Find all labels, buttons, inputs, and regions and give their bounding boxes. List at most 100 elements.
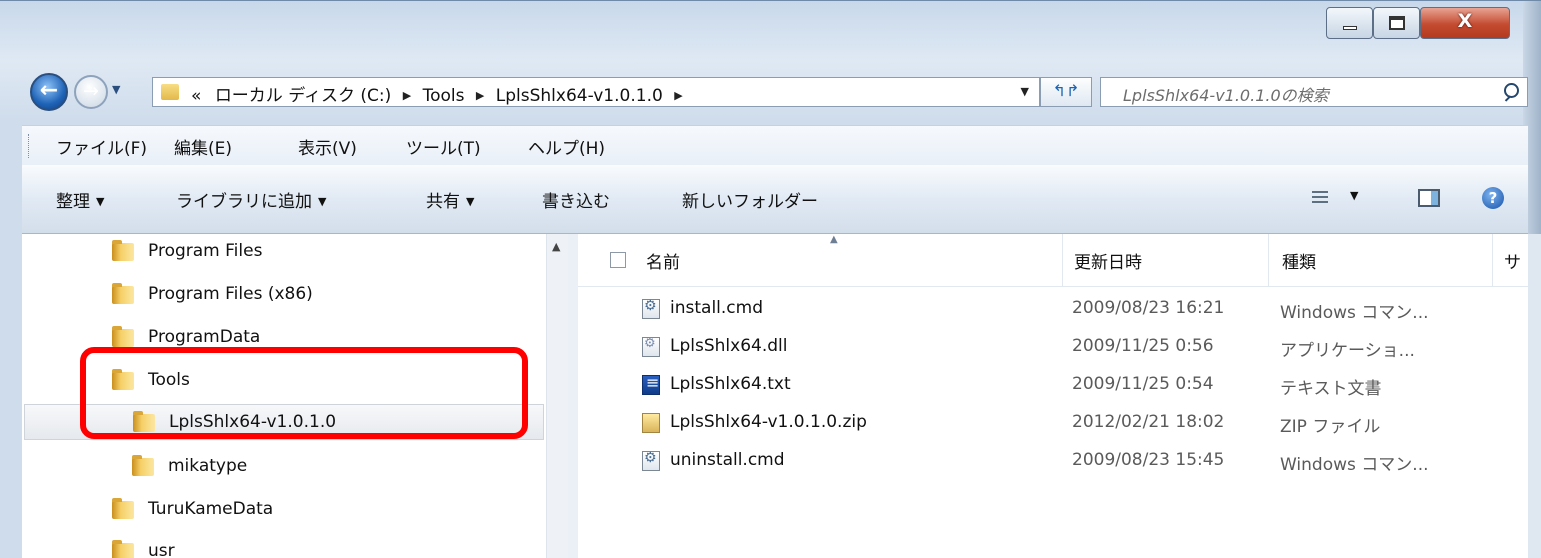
back-arrow-icon: ← <box>39 78 59 103</box>
folder-icon <box>112 540 134 558</box>
file-name: install.cmd <box>670 298 763 318</box>
cmd-file-icon <box>642 298 660 319</box>
address-dropdown-icon[interactable]: ▼ <box>1021 85 1029 98</box>
red-highlight-annotation <box>80 347 528 439</box>
tree-item[interactable]: usr <box>22 534 542 558</box>
address-bar[interactable]: « ローカル ディスク (C:) ▶ Tools ▶ LplsShlx64-v1… <box>152 77 1040 107</box>
menu-help[interactable]: ヘルプ(H) <box>528 134 605 159</box>
cmd-file-icon <box>642 450 660 471</box>
tree-item-label: mikatype <box>168 456 248 476</box>
menu-file[interactable]: ファイル(F) <box>56 134 147 159</box>
breadcrumb-separator-icon[interactable]: ▶ <box>403 89 411 102</box>
breadcrumb-separator-icon[interactable]: ▶ <box>674 89 682 102</box>
minimize-button[interactable] <box>1326 7 1373 39</box>
recent-pages-dropdown[interactable]: ▼ <box>112 83 120 96</box>
folder-icon <box>112 283 134 304</box>
file-type: テキスト文書 <box>1280 379 1382 399</box>
tree-item-label: ProgramData <box>148 327 261 347</box>
maximize-button[interactable] <box>1373 7 1420 39</box>
tree-item-label: usr <box>148 541 175 558</box>
breadcrumb-item[interactable]: LplsShlx64-v1.0.1.0 <box>496 86 663 106</box>
add-to-library-button[interactable]: ライブラリに追加 ▼ <box>176 187 326 212</box>
refresh-button[interactable]: ↰↱ <box>1040 77 1092 107</box>
file-date: 2009/08/23 15:45 <box>1072 450 1225 470</box>
search-icon[interactable] <box>1504 83 1519 98</box>
forward-arrow-icon: → <box>83 80 99 102</box>
back-button[interactable]: ← <box>30 73 68 111</box>
maximize-icon <box>1389 16 1405 30</box>
view-options-icon[interactable] <box>1312 191 1328 205</box>
tree-item-label: TuruKameData <box>148 499 274 519</box>
tree-item[interactable]: TuruKameData <box>22 492 542 528</box>
file-row[interactable]: LplsShlx64.dll 2009/11/25 0:56 アプリケーショ..… <box>578 330 1528 366</box>
menu-grip <box>28 134 32 158</box>
file-row[interactable]: install.cmd 2009/08/23 16:21 Windows コマン… <box>578 292 1528 328</box>
dll-file-icon <box>642 336 660 357</box>
file-type: Windows コマン... <box>1280 303 1429 323</box>
file-type: ZIP ファイル <box>1280 417 1381 437</box>
new-folder-button[interactable]: 新しいフォルダー <box>682 187 818 212</box>
burn-button[interactable]: 書き込む <box>542 187 610 212</box>
file-list: ▲ 名前 更新日時 種類 サ install.cmd 2009/08/23 16… <box>578 234 1528 558</box>
breadcrumb-separator-icon[interactable]: ▶ <box>476 89 484 102</box>
file-name: LplsShlx64.dll <box>670 336 788 356</box>
tree-item[interactable]: Program Files <box>22 234 542 270</box>
file-row[interactable]: uninstall.cmd 2009/08/23 15:45 Windows コ… <box>578 444 1528 480</box>
chevron-down-icon[interactable]: ▼ <box>1350 189 1358 202</box>
column-type[interactable]: 種類 <box>1282 248 1316 273</box>
chevron-down-icon: ▼ <box>112 83 121 96</box>
pane-splitter[interactable] <box>568 234 578 558</box>
column-divider[interactable] <box>1492 234 1493 286</box>
select-all-checkbox[interactable] <box>610 252 626 268</box>
file-name: uninstall.cmd <box>670 450 785 470</box>
menu-bar: ファイル(F) 編集(E) 表示(V) ツール(T) ヘルプ(H) <box>22 125 1528 167</box>
organize-button[interactable]: 整理 ▼ <box>56 187 104 212</box>
tree-item[interactable]: mikatype <box>22 449 542 485</box>
chevron-down-icon: ▼ <box>318 195 327 208</box>
menu-view[interactable]: 表示(V) <box>298 134 357 159</box>
file-date: 2012/02/21 18:02 <box>1072 412 1225 432</box>
file-type: Windows コマン... <box>1280 455 1429 475</box>
column-headers: ▲ 名前 更新日時 種類 サ <box>578 234 1528 287</box>
tree-item[interactable]: Program Files (x86) <box>22 277 542 313</box>
menu-tools[interactable]: ツール(T) <box>406 134 481 159</box>
search-input[interactable]: LplsShlx64-v1.0.1.0の検索 <box>1100 77 1528 107</box>
column-divider[interactable] <box>1062 234 1063 286</box>
text-file-icon <box>642 373 660 395</box>
file-row[interactable]: LplsShlx64-v1.0.1.0.zip 2012/02/21 18:02… <box>578 406 1528 442</box>
minimize-icon <box>1343 26 1357 30</box>
folder-icon <box>112 326 134 347</box>
chevron-down-icon: ▼ <box>466 195 475 208</box>
folder-icon <box>132 455 154 476</box>
menu-edit[interactable]: 編集(E) <box>174 134 232 159</box>
file-date: 2009/11/25 0:54 <box>1072 374 1214 394</box>
window-frame-right <box>1528 234 1541 558</box>
navigation-scrollbar[interactable]: ▲ <box>546 234 569 558</box>
share-button[interactable]: 共有 ▼ <box>426 187 474 212</box>
breadcrumb: « ローカル ディスク (C:) ▶ Tools ▶ LplsShlx64-v1… <box>191 81 689 106</box>
close-button[interactable]: X <box>1420 7 1510 39</box>
scroll-up-icon[interactable]: ▲ <box>552 240 560 253</box>
column-divider[interactable] <box>1268 234 1269 286</box>
tree-item-label: Program Files (x86) <box>148 284 313 304</box>
column-name[interactable]: 名前 <box>646 248 680 273</box>
breadcrumb-item[interactable]: Tools <box>423 86 465 106</box>
file-name: LplsShlx64.txt <box>670 374 791 394</box>
breadcrumb-overflow[interactable]: « <box>191 86 201 106</box>
file-name: LplsShlx64-v1.0.1.0.zip <box>670 412 867 432</box>
search-placeholder: LplsShlx64-v1.0.1.0の検索 <box>1123 86 1329 105</box>
column-date[interactable]: 更新日時 <box>1074 248 1142 273</box>
tree-item-label: Program Files <box>148 241 263 261</box>
explorer-window: X ← → ▼ « ローカル ディスク (C:) ▶ Tools ▶ LplsS… <box>0 0 1541 558</box>
file-row[interactable]: LplsShlx64.txt 2009/11/25 0:54 テキスト文書 <box>578 368 1528 404</box>
preview-pane-icon[interactable] <box>1418 189 1440 207</box>
command-bar: 整理 ▼ ライブラリに追加 ▼ 共有 ▼ 書き込む 新しいフォルダー ▼ ? <box>22 165 1528 234</box>
file-type: アプリケーショ... <box>1280 341 1415 361</box>
zip-file-icon <box>642 413 660 433</box>
breadcrumb-item[interactable]: ローカル ディスク (C:) <box>215 86 391 106</box>
folder-icon <box>112 240 134 261</box>
column-size[interactable]: サ <box>1504 248 1521 273</box>
help-icon[interactable]: ? <box>1482 187 1504 209</box>
refresh-icon: ↰↱ <box>1052 81 1080 100</box>
forward-button[interactable]: → <box>74 75 108 109</box>
